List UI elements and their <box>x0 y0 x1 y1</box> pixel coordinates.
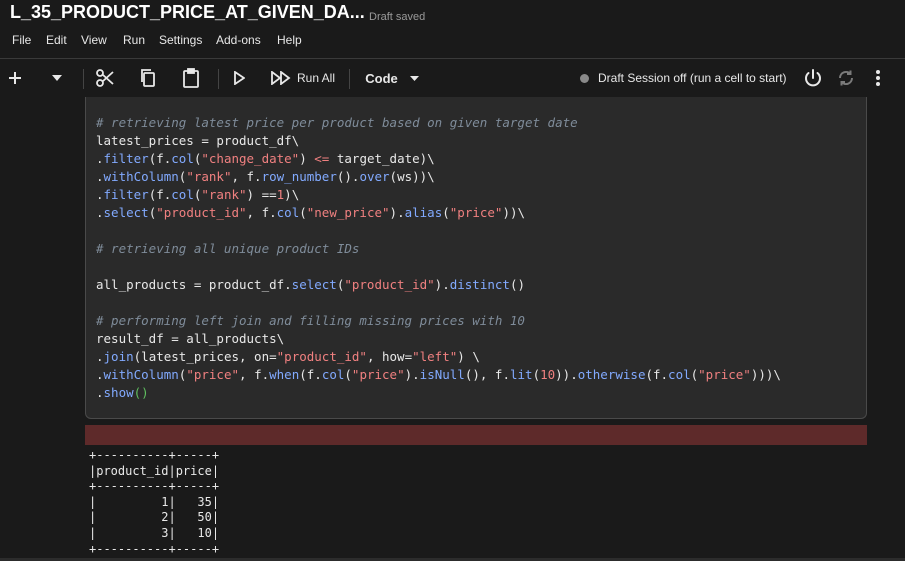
menu-run[interactable]: Run <box>123 33 145 47</box>
add-cell-dropdown[interactable] <box>48 59 66 97</box>
code-line: latest_prices = product_df\ <box>96 133 300 148</box>
output-line: | 2| 50| <box>89 510 220 525</box>
code-editor[interactable]: # retrieving latest price per product ba… <box>96 114 781 402</box>
copy-button[interactable] <box>136 59 160 97</box>
output-line: +----------+-----+ <box>89 541 220 556</box>
menu-file[interactable]: File <box>12 33 31 47</box>
more-vert-icon <box>876 70 880 86</box>
session-status: Draft Session off (run a cell to start) <box>580 59 787 97</box>
toolbar-divider <box>218 69 219 89</box>
add-cell-button[interactable] <box>4 59 26 97</box>
play-icon <box>233 71 245 85</box>
scissors-icon <box>95 68 115 88</box>
code-cell[interactable]: # retrieving latest price per product ba… <box>85 97 867 419</box>
code-line: .select("product_id", f.col("new_price")… <box>96 205 526 220</box>
output-line: +----------+-----+ <box>89 479 220 494</box>
code-line: # performing left join and filling missi… <box>96 313 525 328</box>
notebook-title[interactable]: L_35_PRODUCT_PRICE_AT_GIVEN_DA... <box>10 2 365 23</box>
chevron-down-icon <box>52 75 62 81</box>
menu-edit[interactable]: Edit <box>46 33 67 47</box>
run-cell-button[interactable] <box>229 59 249 97</box>
title-bar: L_35_PRODUCT_PRICE_AT_GIVEN_DA... Draft … <box>0 0 905 30</box>
menu-help[interactable]: Help <box>277 33 302 47</box>
toolbar-divider <box>83 69 84 89</box>
code-line: .join(latest_prices, on="product_id", ho… <box>96 349 480 364</box>
refresh-button[interactable] <box>834 59 858 97</box>
copy-icon <box>139 68 157 88</box>
code-line: result_df = all_products\ <box>96 331 285 346</box>
plus-icon <box>8 71 22 85</box>
cell-type-label: Code <box>365 70 398 86</box>
output-line: |product_id|price| <box>89 463 220 478</box>
code-line: .withColumn("rank", f.row_number().over(… <box>96 169 435 184</box>
code-line: .filter(f.col("change_date") <= target_d… <box>96 151 435 166</box>
cell-type-select[interactable]: Code <box>362 59 422 97</box>
cut-button[interactable] <box>93 59 117 97</box>
menu-bar: File Edit View Run Settings Add-ons Help <box>0 30 905 54</box>
more-options-button[interactable] <box>868 59 888 97</box>
session-status-text: Draft Session off (run a cell to start) <box>598 71 787 85</box>
code-line: .filter(f.col("rank") ==1)\ <box>96 187 300 202</box>
menu-settings[interactable]: Settings <box>159 33 202 47</box>
code-line: .withColumn("price", f.when(f.col("price… <box>96 367 781 382</box>
cell-output: +----------+-----+ |product_id|price| +-… <box>89 448 219 557</box>
code-line: .show() <box>96 385 149 400</box>
output-line: | 3| 10| <box>89 525 220 540</box>
code-line: all_products = product_df.select("produc… <box>96 277 526 292</box>
power-icon <box>803 68 823 88</box>
session-status-dot <box>580 73 589 83</box>
output-line: +----------+-----+ <box>89 448 220 462</box>
output-line: | 1| 35| <box>89 494 220 509</box>
paste-button[interactable] <box>179 59 203 97</box>
cell-error-bar <box>85 425 867 445</box>
code-line: # retrieving all unique product IDs <box>96 241 360 256</box>
code-line: # retrieving latest price per product ba… <box>96 115 578 130</box>
run-all-label: Run All <box>296 71 336 85</box>
toolbar-divider <box>349 69 350 89</box>
refresh-icon <box>837 69 855 87</box>
menu-view[interactable]: View <box>81 33 107 47</box>
fast-forward-icon <box>271 71 291 85</box>
run-all-button[interactable]: Run All <box>268 59 338 97</box>
power-button[interactable] <box>800 59 826 97</box>
save-status: Draft saved <box>369 11 426 23</box>
toolbar: Run All Code Draft Session off (run a ce… <box>0 58 905 97</box>
chevron-down-icon <box>409 75 419 81</box>
menu-add-ons[interactable]: Add-ons <box>216 33 261 47</box>
clipboard-icon <box>182 68 200 88</box>
